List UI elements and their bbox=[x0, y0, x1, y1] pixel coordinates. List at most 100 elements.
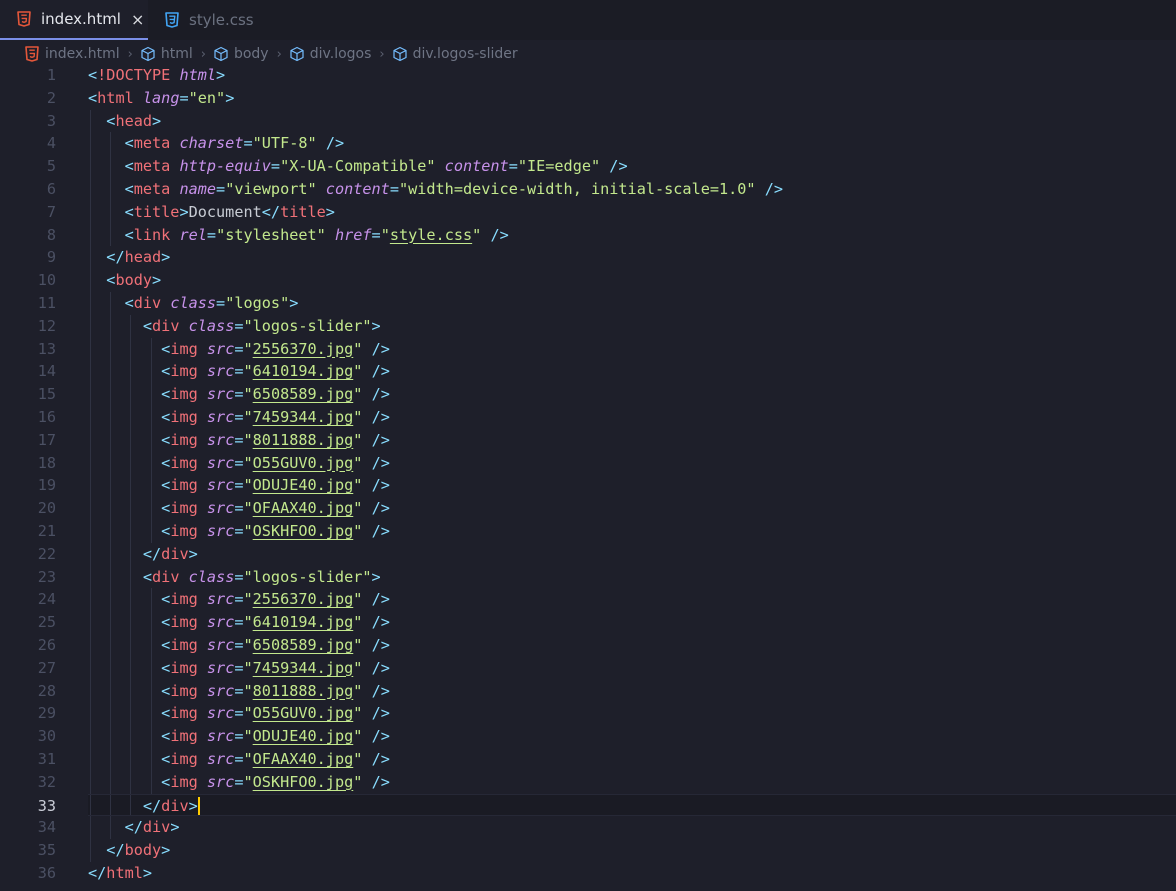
breadcrumb-item-body[interactable]: body › bbox=[213, 46, 289, 62]
token-str: " bbox=[243, 385, 253, 404]
code-line[interactable]: 35 </body> bbox=[0, 839, 1176, 862]
code-text: <img src="OSKHFO0.jpg" /> bbox=[88, 520, 390, 543]
code-line[interactable]: 31 <img src="OFAAX40.jpg" /> bbox=[0, 747, 1176, 771]
token-tag: img bbox=[170, 453, 198, 472]
breadcrumb-label: html bbox=[160, 46, 193, 62]
code-line[interactable]: 6 <meta name="viewport" content="width=d… bbox=[0, 177, 1176, 201]
token-link[interactable]: OSKHFO0.jpg bbox=[253, 522, 354, 540]
tab-style-css[interactable]: style.css bbox=[148, 0, 268, 40]
code-line[interactable]: 7 <title>Document</title> bbox=[0, 200, 1176, 224]
token-link[interactable]: O55GUV0.jpg bbox=[253, 704, 354, 722]
code-line[interactable]: 1 <!DOCTYPE html> bbox=[0, 64, 1176, 87]
code-line[interactable]: 14 <img src="6410194.jpg" /> bbox=[0, 360, 1176, 384]
tab-index-html[interactable]: index.html × bbox=[0, 0, 148, 40]
code-line[interactable]: 16 <img src="7459344.jpg" /> bbox=[0, 405, 1176, 429]
token-tag: div bbox=[161, 796, 189, 815]
code-line[interactable]: 15 <img src="6508589.jpg" /> bbox=[0, 383, 1176, 406]
code-line[interactable]: 21 <img src="OSKHFO0.jpg" /> bbox=[0, 519, 1176, 543]
code-line[interactable]: 4 <meta charset="UTF-8" /> bbox=[0, 132, 1176, 156]
breadcrumb-item-html[interactable]: html › bbox=[140, 46, 213, 62]
code-line[interactable]: 30 <img src="ODUJE40.jpg" /> bbox=[0, 725, 1176, 748]
code-line[interactable]: 10 <body> bbox=[0, 269, 1176, 292]
code-line[interactable]: 22 </div> bbox=[0, 542, 1176, 566]
chevron-right-icon: › bbox=[200, 46, 206, 62]
code-text: <html lang="en"> bbox=[88, 87, 234, 110]
code-text: <!DOCTYPE html> bbox=[88, 64, 225, 87]
token-attr: src bbox=[206, 658, 235, 677]
code-text: <div class="logos-slider"> bbox=[88, 315, 381, 338]
code-line[interactable]: 12 <div class="logos-slider"> bbox=[0, 314, 1176, 338]
line-number: 20 bbox=[37, 499, 56, 518]
code-line[interactable]: 33 </div> bbox=[38, 793, 1176, 817]
code-line[interactable]: 5 <meta http-equiv="X-UA-Compatible" con… bbox=[0, 155, 1176, 178]
code-line[interactable]: 19 <img src="ODUJE40.jpg" /> bbox=[0, 474, 1176, 498]
code-line[interactable]: 2 <html lang="en"> bbox=[0, 87, 1176, 110]
code-line[interactable]: 17 <img src="8011888.jpg" /> bbox=[0, 428, 1176, 452]
token-tag: body bbox=[115, 271, 153, 290]
code-line[interactable]: 25 <img src="6410194.jpg" /> bbox=[0, 611, 1176, 634]
token-link[interactable]: 6410194.jpg bbox=[253, 362, 354, 380]
token-ang: < bbox=[161, 339, 171, 358]
token-ang: = bbox=[216, 293, 226, 312]
code-text: <link rel="stylesheet" href="style.css" … bbox=[88, 224, 509, 247]
token-ang: /> bbox=[609, 157, 628, 176]
breadcrumb-item-div-logos[interactable]: div.logos › bbox=[289, 46, 392, 62]
token-link[interactable]: 7459344.jpg bbox=[253, 659, 354, 677]
token-tag: img bbox=[170, 704, 198, 723]
code-line[interactable]: 23 <div class="logos-slider"> bbox=[0, 565, 1176, 589]
line-number: 22 bbox=[37, 544, 56, 563]
code-line[interactable]: 36 </html> bbox=[0, 862, 1176, 885]
token-link[interactable]: 6410194.jpg bbox=[253, 613, 354, 631]
code-line[interactable]: 20 <img src="OFAAX40.jpg" /> bbox=[0, 497, 1176, 520]
token-link[interactable]: 2556370.jpg bbox=[253, 590, 354, 608]
code-line[interactable]: 8 <link rel="stylesheet" href="style.css… bbox=[0, 223, 1176, 247]
code-area[interactable]: 1 <!DOCTYPE html> 2 <html lang="en"> 3 <head… bbox=[0, 64, 1176, 885]
code-line[interactable]: 24 <img src="2556370.jpg" /> bbox=[0, 588, 1176, 612]
symbol-cube-icon bbox=[393, 46, 407, 62]
token-link[interactable]: ODUJE40.jpg bbox=[253, 476, 354, 494]
chevron-right-icon: › bbox=[127, 46, 133, 62]
token-link[interactable]: 8011888.jpg bbox=[253, 431, 354, 449]
token-ang: < bbox=[161, 521, 171, 540]
line-number: 28 bbox=[37, 681, 56, 700]
token-link[interactable]: 7459344.jpg bbox=[253, 408, 354, 426]
token-tag: body bbox=[124, 841, 162, 860]
token-ang: /> bbox=[371, 681, 390, 700]
code-line[interactable]: 18 <img src="O55GUV0.jpg" /> bbox=[0, 451, 1176, 475]
token-link[interactable]: OFAAX40.jpg bbox=[253, 499, 354, 517]
token-link[interactable]: 8011888.jpg bbox=[253, 682, 354, 700]
line-number: 12 bbox=[37, 316, 56, 335]
token-link[interactable]: 2556370.jpg bbox=[253, 340, 354, 358]
code-line[interactable]: 28 <img src="8011888.jpg" /> bbox=[0, 679, 1176, 703]
token-link[interactable]: OSKHFO0.jpg bbox=[253, 773, 354, 791]
code-line[interactable]: 11 <div class="logos"> bbox=[0, 291, 1176, 315]
token-ang: < bbox=[161, 704, 171, 723]
code-line[interactable]: 13 <img src="2556370.jpg" /> bbox=[0, 337, 1176, 361]
code-editor: index.html × style.css index.html › html bbox=[0, 0, 1176, 891]
code-line[interactable]: 27 <img src="7459344.jpg" /> bbox=[0, 656, 1176, 680]
token-link[interactable]: ODUJE40.jpg bbox=[253, 727, 354, 745]
token-tag: img bbox=[170, 430, 198, 449]
breadcrumb-item-file[interactable]: index.html › bbox=[24, 46, 140, 62]
token-ang: /> bbox=[371, 613, 390, 632]
code-line[interactable]: 26 <img src="6508589.jpg" /> bbox=[0, 633, 1176, 657]
code-line[interactable]: 3 <head> bbox=[0, 109, 1176, 133]
breadcrumb-item-div-logos-slider[interactable]: div.logos-slider bbox=[392, 46, 518, 62]
token-link[interactable]: style.css bbox=[390, 226, 472, 244]
token-ang: < bbox=[161, 362, 171, 381]
token-link[interactable]: OFAAX40.jpg bbox=[253, 750, 354, 768]
code-line[interactable]: 9 </head> bbox=[0, 246, 1176, 270]
token-ang: </ bbox=[142, 796, 162, 815]
token-link[interactable]: 6508589.jpg bbox=[253, 385, 354, 403]
token-str: "UTF-8" bbox=[252, 134, 317, 153]
close-icon[interactable]: × bbox=[131, 10, 144, 29]
code-line[interactable]: 29 <img src="O55GUV0.jpg" /> bbox=[0, 702, 1176, 726]
code-line[interactable]: 32 <img src="OSKHFO0.jpg" /> bbox=[0, 770, 1176, 794]
token-link[interactable]: 6508589.jpg bbox=[253, 636, 354, 654]
token-link[interactable]: O55GUV0.jpg bbox=[253, 454, 354, 472]
code-line[interactable]: 34 </div> bbox=[0, 816, 1176, 840]
token-str: "X-UA-Compatible" bbox=[280, 157, 436, 176]
